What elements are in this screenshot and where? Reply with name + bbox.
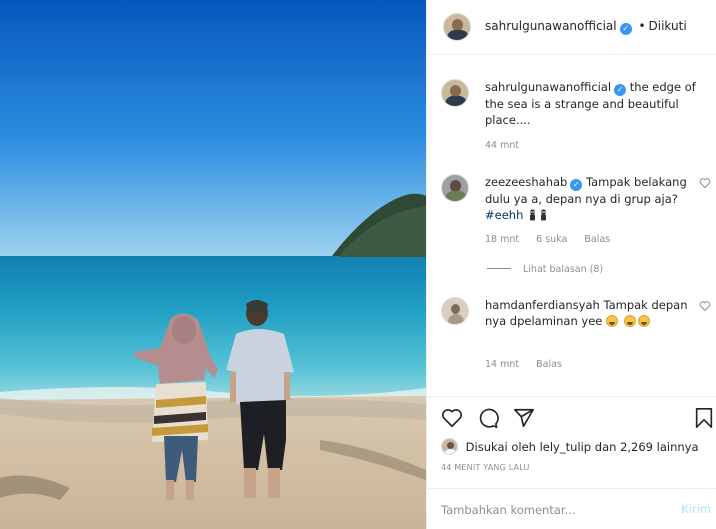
ninja-emoji-icon (540, 209, 547, 221)
likes-count[interactable]: 2,269 (620, 440, 653, 454)
comment-username[interactable]: zeezeeshahab (485, 175, 567, 189)
comment-item: hamdanferdiansyah Tampak depan nya dpela… (441, 297, 711, 377)
likes-middle: dan (594, 440, 617, 454)
ninja-emoji-icon (529, 209, 536, 221)
comment-like-heart-icon[interactable] (699, 177, 711, 189)
add-comment-bar: Kirim (427, 488, 716, 529)
author-avatar[interactable] (443, 13, 471, 41)
post-comment-button[interactable]: Kirim (681, 502, 711, 516)
caption-meta: 44 mnt (485, 140, 533, 151)
comment-meta: 14 mnt Balas (485, 359, 576, 370)
post-side-panel: sahrulgunawanofficial ✓ • Diikuti sahrulgu… (426, 0, 716, 529)
comment-likes[interactable]: 6 suka (536, 234, 567, 245)
author-avatar[interactable] (441, 79, 469, 107)
post-photo[interactable] (0, 0, 426, 529)
comment-username[interactable]: hamdanferdiansyah (485, 298, 600, 312)
comment-like-heart-icon[interactable] (699, 300, 711, 312)
liker-username[interactable]: lely_tulip (540, 440, 592, 454)
likes-suffix[interactable]: lainnya (657, 440, 699, 454)
author-username[interactable]: sahrulgunawanofficial (485, 19, 617, 33)
laughing-emoji-icon (637, 315, 650, 327)
verified-badge-icon: ✓ (570, 179, 583, 191)
view-replies-label: Lihat balasan (8) (523, 264, 604, 275)
comment-input[interactable] (441, 500, 661, 520)
caption: sahrulgunawanofficial ✓ the edge of the s… (441, 79, 703, 159)
comment-icon[interactable] (477, 407, 499, 429)
hashtag-link[interactable]: #eehh (485, 208, 523, 222)
likes-summary: Disukai oleh lely_tulip dan 2,269 lainny… (441, 438, 699, 455)
commenter-avatar[interactable] (441, 297, 469, 325)
heart-icon[interactable] (441, 407, 463, 429)
verified-badge-icon: ✓ (619, 23, 632, 35)
comment-meta: 18 mnt 6 suka Balas (485, 234, 624, 245)
follow-button[interactable]: Diikuti (649, 19, 687, 33)
caption-text: sahrulgunawanofficial ✓ the edge of the s… (485, 79, 697, 128)
reply-button[interactable]: Balas (536, 359, 562, 370)
comment-text: zeezeeshahab ✓ Tampak belakang dulu ya a,… (485, 174, 697, 223)
laughing-emoji-icon (623, 315, 636, 327)
post-time-ago[interactable]: 44 MENIT YANG LALU (441, 463, 530, 472)
comment-time[interactable]: 18 mnt (485, 234, 519, 245)
liker-avatar[interactable] (441, 438, 458, 455)
comments-list: sahrulgunawanofficial ✓ the edge of the s… (427, 56, 716, 396)
caption-time[interactable]: 44 mnt (485, 140, 519, 151)
post-header: sahrulgunawanofficial ✓ • Diikuti (427, 0, 716, 55)
reply-button[interactable]: Balas (584, 234, 610, 245)
bookmark-icon[interactable] (693, 407, 715, 429)
post-actions: Disukai oleh lely_tulip dan 2,269 lainny… (427, 396, 716, 496)
beach-scene-image (0, 0, 426, 529)
verified-badge-icon: ✓ (614, 84, 627, 96)
likes-prefix: Disukai oleh (465, 440, 536, 454)
caption-username[interactable]: sahrulgunawanofficial (485, 80, 611, 94)
commenter-avatar[interactable] (441, 174, 469, 202)
share-icon[interactable] (513, 407, 535, 429)
laughing-emoji-icon (606, 315, 619, 327)
author-header-line: sahrulgunawanofficial ✓ • Diikuti (485, 19, 687, 35)
comment-time[interactable]: 14 mnt (485, 359, 519, 370)
separator-dot: • (638, 19, 646, 33)
view-replies-button[interactable]: Lihat balasan (8) (487, 264, 603, 275)
replies-line (487, 268, 511, 269)
comment-text: hamdanferdiansyah Tampak depan nya dpela… (485, 297, 697, 329)
comment-item: zeezeeshahab ✓ Tampak belakang dulu ya a,… (441, 174, 711, 254)
